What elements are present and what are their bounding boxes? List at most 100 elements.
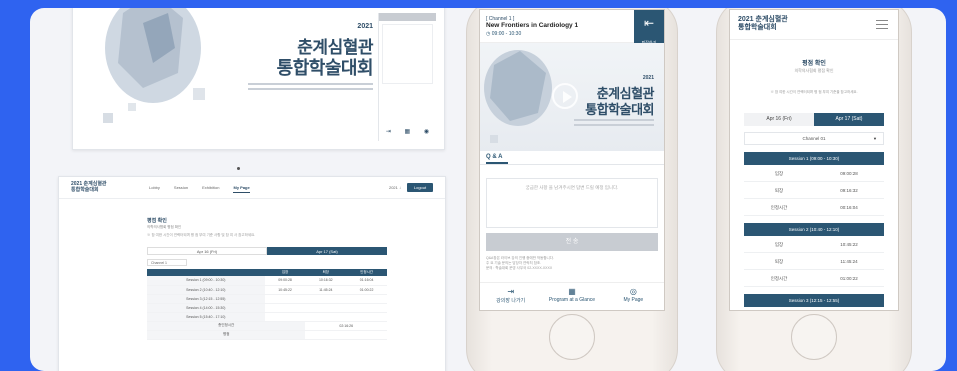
attendance-note: ※ 참 여한 시간이 연렉터되며 평 점 부여 기준 사항 및 참 여 사 참고… [147,233,256,237]
row-value: 11:45:24 [840,259,858,264]
video-player[interactable]: 2021 춘계심혈관 통합학술대회 [480,43,664,151]
side-panel-icons: ⇥ ▦ ◉ [379,128,436,135]
question-input[interactable]: 궁금한 사항 을 남겨주시면 답변 드릴 예정 입니다. [486,178,658,228]
heart-illustration [103,8,205,123]
lecture-header: [ Channel 1 ] New Frontiers in Cardiolog… [480,10,664,45]
exit-time [305,303,347,313]
nav-my-page[interactable]: ◎ My Page [603,283,664,310]
tab-qa-label: Q & A [486,154,509,164]
table-row-total: 총인정시간 02:16:26 [147,321,387,331]
nav-lobby[interactable]: Lobby [149,185,160,193]
session-label: Session 5 (15:40 - 17:10) [147,312,265,322]
logo-line1: 2021 춘계심혈관 [738,16,788,23]
session-header: Session 1 (09:00 - 10:30) [744,152,884,165]
user-menu[interactable]: 2021 ↓ [389,185,401,190]
calendar-icon[interactable]: ▦ [405,128,411,135]
side-panel-header [379,13,436,21]
result-value [305,330,387,340]
row-value: 10:45:22 [840,242,858,247]
entry-time: 10:45:22 [264,285,306,295]
qa-notes: Q&A창은 라이브 강의 진행 중에만 작동합니다. 주 요 기술 문의는 담당… [486,256,658,271]
column-header: 퇴장 [305,269,347,276]
session-label: Session 3 (12:15 - 12:55) [147,294,265,304]
column-header: 입장 [264,269,306,276]
exit-lecture-button[interactable]: ⇤ 퇴장하기 [634,10,664,45]
lecture-time: ◷ 09:00 - 10:30 [486,31,521,37]
credited-time [346,312,387,322]
nav-my-page-label: My Page [623,297,644,303]
session-header: Session 2 (10:40 - 12:10) [744,223,884,236]
total-label: 총인정시간 [147,321,306,331]
exit-time: 10:16:32 [305,276,347,286]
row-label: 입장 [774,171,784,176]
hamburger-menu-icon[interactable] [876,20,888,29]
phone-home-button [549,314,595,360]
top-nav-bar: 2021 춘계심혈관 통합학술대회 Lobby Session Exhibiti… [59,177,445,199]
tab-qa[interactable]: Q & A [480,151,664,165]
total-value: 02:16:26 [305,321,387,331]
user-icon: ◎ [629,287,637,296]
attendance-note: ※ 참 여한 시간이 연렉터되며 평 점 부여 기준을 참고하세요. [770,90,858,94]
lecture-time-value: 09:00 - 10:30 [491,31,522,37]
hero-year: 2021 [357,23,373,30]
nav-leave-room[interactable]: ⇥ 강의장 나가기 [480,283,541,310]
table-header-row: 입장 퇴장 인정시간 [147,269,387,276]
logo-line2: 통합학술대회 [738,24,777,31]
hero-title-line2: 통합학술대회 [276,58,374,78]
tab-apr-16[interactable]: Apr 16 (Fri) [147,247,267,255]
play-icon[interactable] [552,83,578,109]
separator-dot [237,167,240,170]
row-label: 입장 [774,242,784,247]
credited-time: 01:16:04 [346,276,387,286]
session-row: 퇴장 09:16:32 [744,182,884,199]
row-value: 09:00:28 [840,171,858,176]
hero-subtext-lines [574,119,654,129]
nav-my-page[interactable]: My Page [233,185,250,193]
date-tabs: Apr 16 (Fri) Apr 17 (Sat) [744,113,884,126]
nav-program[interactable]: ▦ Program at a Glance [541,283,602,310]
table-row: Session 4 (14:00 - 15:30) [147,303,387,313]
bottom-nav: ⇥ 강의장 나가기 ▦ Program at a Glance ◎ My Page [480,282,664,310]
table-row: Session 1 (09:00 - 10:30) 09:00:28 10:16… [147,276,387,286]
row-label: 인정시간 [770,205,788,210]
session-row: 퇴장 11:45:24 [744,253,884,270]
session-label: Session 1 (09:00 - 10:30) [147,276,265,286]
row-label: 퇴장 [774,188,784,193]
credited-time [346,294,387,304]
credited-time: 01:00:22 [346,285,387,295]
row-label: 퇴장 [774,259,784,264]
session-row: 입장 10:45:22 [744,236,884,253]
exit-time [305,312,347,322]
exit-icon[interactable]: ⇥ [386,128,391,135]
nav-session[interactable]: Session [174,185,188,193]
user-icon[interactable]: ◉ [424,128,429,135]
channel-select[interactable]: Channel 1 [147,259,187,266]
attendance-subtitle: 의학의사협회 평점 확인 [794,68,834,73]
desktop-live-mockup: 2021 춘계심혈관 통합학술대회 ⇥ ▦ ◉ [72,8,445,150]
session-row: 입장 09:00:28 [744,165,884,182]
side-panel-box[interactable] [382,24,433,84]
site-logo[interactable]: 2021 춘계심혈관 통합학술대회 [738,16,788,32]
site-logo[interactable]: 2021 춘계심혈관 통합학술대회 [71,181,111,193]
entry-time: 09:00:28 [264,276,306,286]
side-panel: ⇥ ▦ ◉ [378,13,436,141]
tab-apr-17[interactable]: Apr 17 (Sat) [814,113,884,126]
tab-apr-17[interactable]: Apr 17 (Sat) [267,247,387,255]
nav-exhibition[interactable]: Exhibition [202,185,219,193]
showcase-stage: 2021 춘계심혈관 통합학술대회 ⇥ ▦ ◉ 2021 춘계심혈관 통합학술대… [30,8,946,371]
table-row: Session 2 (10:40 - 12:10) 10:45:22 11:45… [147,285,387,295]
send-button[interactable]: 전 송 [486,233,658,251]
attendance-table: 입장 퇴장 인정시간 Session 1 (09:00 - 10:30) 09:… [147,269,387,340]
hero-title-line2: 통합학술대회 [585,102,654,117]
attendance-subtitle: 의학의사협회 평점 확인 [147,225,182,229]
table-row: Session 3 (12:15 - 12:55) [147,294,387,304]
phone-live-screen: [ Channel 1 ] New Frontiers in Cardiolog… [479,9,665,311]
logout-button[interactable]: Logout [407,183,433,192]
tab-apr-16[interactable]: Apr 16 (Fri) [744,113,814,126]
attendance-title: 평점 확인 [147,218,167,224]
hero-year: 2021 [642,75,654,81]
channel-select[interactable]: Channel 01 [744,132,884,145]
nav-leave-room-label: 강의장 나가기 [496,298,526,304]
row-value: 09:16:32 [840,188,858,193]
session-block: Session 1 (09:00 - 10:30) 입장 09:00:28 퇴장 0… [744,152,884,216]
